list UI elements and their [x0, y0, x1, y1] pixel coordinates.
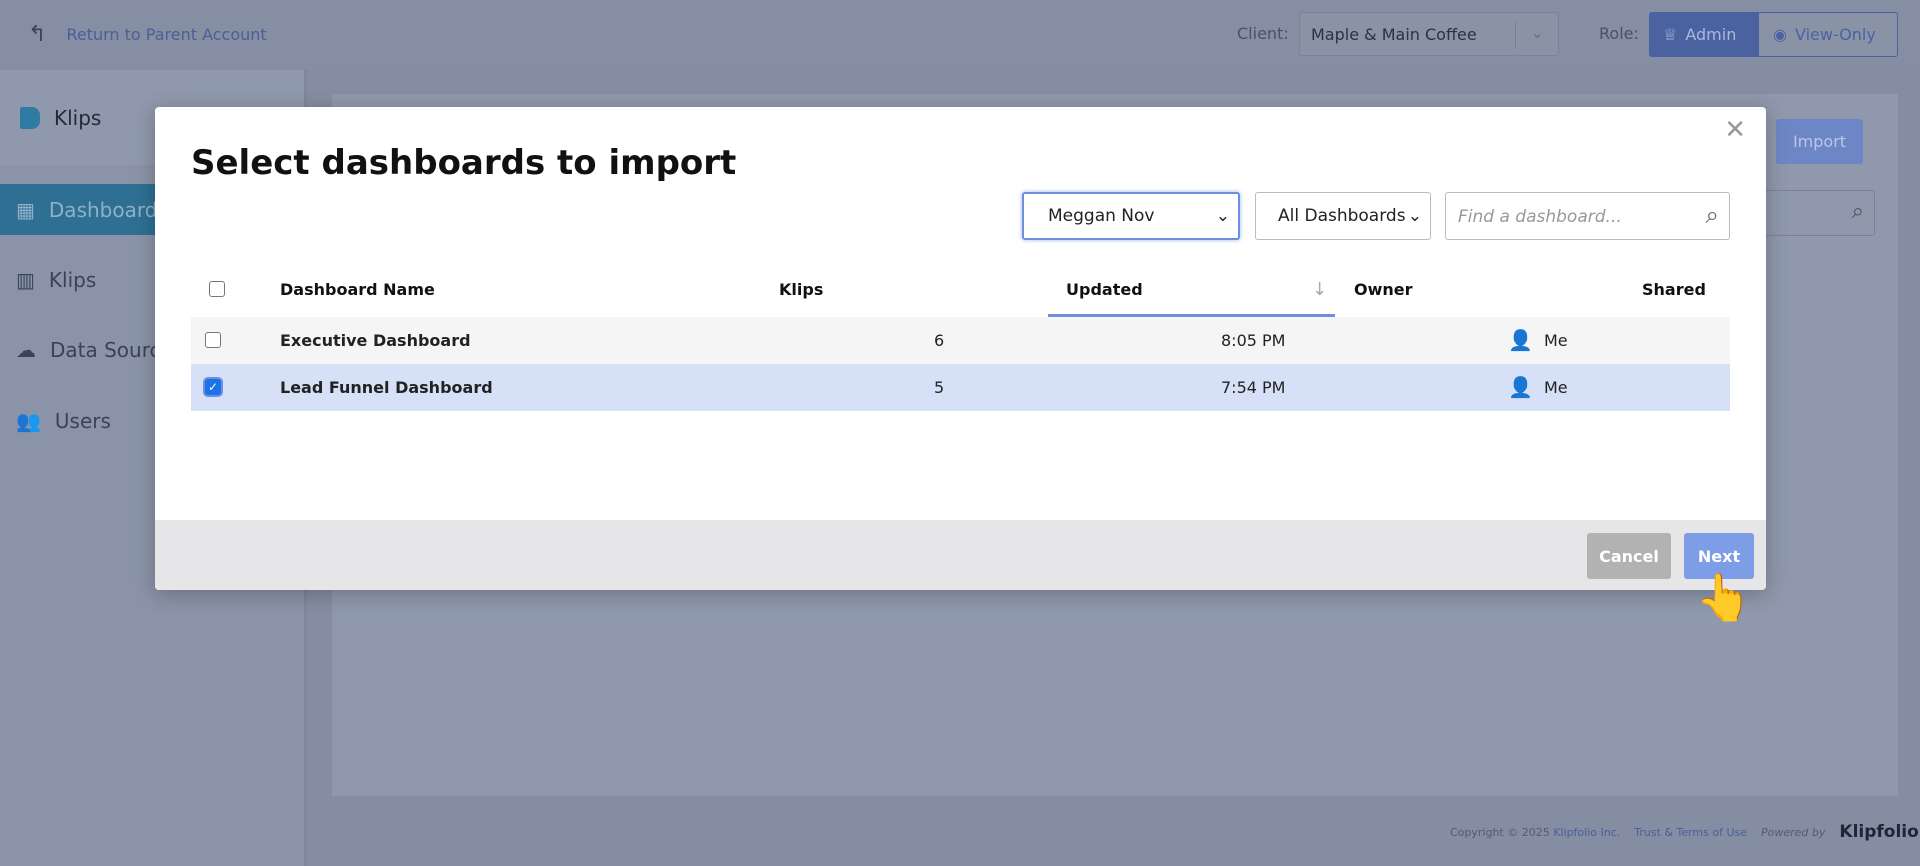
klips-count: 5: [934, 378, 945, 397]
column-header-name[interactable]: Dashboard Name: [280, 280, 435, 299]
client-value: Maple & Main Coffee: [1311, 25, 1477, 44]
column-header-klips[interactable]: Klips: [779, 280, 823, 299]
role-label: Role:: [1599, 24, 1639, 43]
arrow-up-icon: ↰: [28, 22, 47, 47]
klips-count: 6: [934, 331, 945, 350]
sort-descending-icon: ↓: [1312, 279, 1328, 300]
search-icon: ⌕: [1705, 201, 1719, 229]
view-only-label: View-Only: [1794, 25, 1876, 44]
close-icon[interactable]: ✕: [1724, 115, 1746, 145]
return-to-parent-link[interactable]: ↰ Return to Parent Account: [28, 22, 267, 47]
updated-time: 8:05 PM: [1221, 331, 1286, 350]
hand-cursor-icon: 👆: [1695, 570, 1753, 624]
import-dashboards-modal: ✕ Select dashboards to import Meggan Nov…: [155, 107, 1766, 590]
filter-select[interactable]: All Dashboards ⌄: [1255, 192, 1431, 240]
admin-label: Admin: [1685, 25, 1737, 44]
chevron-down-icon: ⌄: [1215, 206, 1230, 226]
table-row[interactable]: ✓ Lead Funnel Dashboard 5 7:54 PM 👤 Me: [191, 364, 1730, 411]
client-select[interactable]: Maple & Main Coffee ⌄: [1299, 12, 1559, 56]
find-dashboard-input[interactable]: Find a dashboard... ⌕: [1445, 192, 1730, 240]
dashboard-name: Executive Dashboard: [280, 331, 471, 350]
search-icon: ⌕: [1851, 199, 1864, 224]
dashboard-search-field[interactable]: ⌕: [1760, 190, 1875, 236]
copyright-text: Copyright © 2025: [1450, 825, 1550, 839]
divider: [1515, 21, 1516, 49]
owner-name: Me: [1544, 331, 1568, 350]
chevron-down-icon: ⌄: [1407, 206, 1422, 226]
cancel-button[interactable]: Cancel: [1587, 533, 1671, 579]
user-icon: 👤: [1508, 375, 1533, 399]
role-admin-button[interactable]: ♕ Admin: [1649, 12, 1758, 57]
users-icon: 👥: [16, 408, 41, 433]
klipfolio-logo: Klipfolio: [1839, 822, 1919, 842]
modal-title: Select dashboards to import: [191, 143, 737, 183]
column-header-shared[interactable]: Shared: [1642, 280, 1706, 299]
owner-select-value: Meggan Nov: [1048, 206, 1155, 226]
klips-logo-icon: [20, 106, 40, 129]
search-placeholder: Find a dashboard...: [1458, 207, 1622, 227]
terms-link[interactable]: Trust & Terms of Use: [1634, 826, 1747, 839]
client-label: Client:: [1237, 24, 1289, 43]
cloud-icon: ☁: [16, 337, 36, 362]
chevron-down-icon: ⌄: [1530, 23, 1544, 42]
dashboard-name: Lead Funnel Dashboard: [280, 378, 493, 397]
eye-icon: ◉: [1773, 25, 1787, 44]
bar-chart-icon: ▥: [16, 267, 35, 292]
row-checkbox[interactable]: [205, 332, 221, 348]
updated-time: 7:54 PM: [1221, 378, 1286, 397]
sidebar-item-label: Dashboards: [48, 197, 168, 222]
company-link[interactable]: Klipfolio Inc.: [1553, 826, 1620, 839]
owner-select[interactable]: Meggan Nov ⌄: [1022, 192, 1240, 240]
crown-icon: ♕: [1663, 25, 1678, 44]
row-checkbox-checked[interactable]: ✓: [205, 379, 221, 395]
sidebar-item-label: Users: [54, 408, 111, 433]
return-label: Return to Parent Account: [66, 25, 267, 44]
top-bar: ↰ Return to Parent Account Client: Maple…: [0, 0, 1920, 70]
powered-by-text: Powered by: [1761, 825, 1826, 839]
owner-name: Me: [1544, 378, 1568, 397]
filter-select-value: All Dashboards: [1278, 206, 1406, 226]
select-all-checkbox[interactable]: [209, 281, 225, 297]
sidebar-item-label: Klips: [48, 267, 97, 292]
modal-footer: [155, 520, 1766, 590]
table-row[interactable]: Executive Dashboard 6 8:05 PM 👤 Me: [191, 317, 1730, 364]
page-footer: Copyright © 2025 Klipfolio Inc. Trust & …: [1450, 822, 1919, 842]
import-button[interactable]: Import: [1776, 119, 1863, 164]
dashboard-icon: ▦: [16, 197, 35, 222]
role-view-only-button[interactable]: ◉ View-Only: [1758, 12, 1898, 57]
column-header-updated[interactable]: Updated: [1066, 280, 1143, 299]
user-icon: 👤: [1508, 328, 1533, 352]
column-header-owner[interactable]: Owner: [1354, 280, 1413, 299]
brand-label: Klips: [54, 105, 102, 130]
